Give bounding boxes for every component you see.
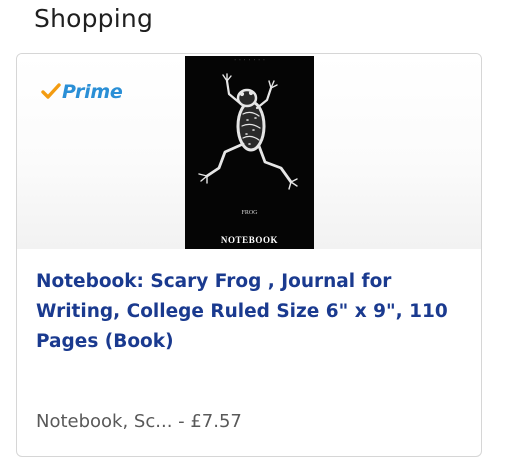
prime-label: Prime [62,81,123,103]
product-card[interactable]: Prime · · · · · · · FROG NOTEBOOK Notebo… [16,53,482,457]
book-cover-top-text: · · · · · · · [233,59,266,63]
product-price-meta: Notebook, Sc... - £7.57 [36,411,242,432]
section-title: Shopping [34,4,154,33]
prime-badge: Prime [41,81,123,103]
product-title-link[interactable]: Notebook: Scary Frog , Journal for Writi… [36,267,456,357]
book-cover-image[interactable]: · · · · · · · FROG NOTEBOOK [185,56,314,249]
book-cover-frog-label: FROG [241,210,258,216]
book-cover-footer: NOTEBOOK [220,235,279,245]
check-icon [41,83,61,99]
frog-illustration [198,73,298,190]
product-image-area[interactable]: Prime · · · · · · · FROG NOTEBOOK [17,54,481,249]
